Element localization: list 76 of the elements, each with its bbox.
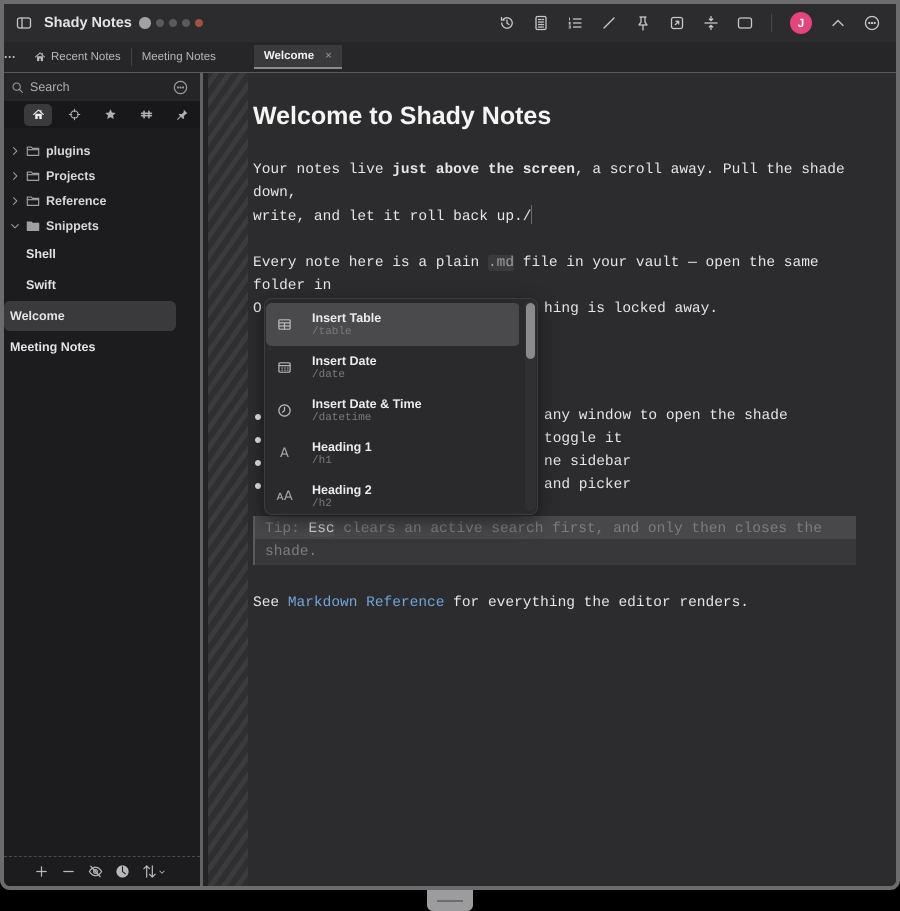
plus-icon[interactable]: [34, 864, 49, 879]
document-title: Welcome to Shady Notes: [253, 101, 552, 131]
folder-label[interactable]: plugins: [46, 144, 90, 158]
bullet-icon: [255, 483, 261, 489]
scrollbar[interactable]: [525, 301, 536, 511]
more-icon[interactable]: [173, 80, 188, 94]
scrollbar-thumb[interactable]: [526, 303, 535, 359]
list-item-text: ne sidebar: [544, 453, 632, 472]
menu-item-title: Heading 2: [312, 483, 372, 497]
resize-handle[interactable]: [427, 890, 473, 911]
star-icon: [104, 108, 116, 121]
menu-item-title: Insert Date: [312, 354, 377, 368]
folder-label[interactable]: Reference: [46, 194, 106, 208]
menu-item-title: Insert Table: [312, 311, 382, 325]
bullet-icon: [255, 460, 261, 466]
table-icon: [277, 317, 292, 332]
open-external-icon[interactable]: [669, 15, 685, 31]
home-icon: [34, 51, 46, 63]
list-item-text: and picker: [544, 476, 632, 495]
folder-icon: [26, 194, 40, 208]
heading-icon: A: [280, 446, 289, 461]
page-indicator[interactable]: [138, 17, 151, 29]
pin-icon: [176, 108, 188, 121]
menu-item[interactable]: Insert Date /date: [266, 346, 519, 389]
body-text: O: [253, 300, 262, 319]
body-text: write, and let it roll back up./: [253, 208, 532, 227]
search-field[interactable]: Search: [4, 73, 200, 101]
bullet-icon: [255, 437, 261, 443]
command-text: /h1: [312, 455, 333, 467]
menu-item-title: Heading 1: [312, 440, 372, 454]
pen-icon[interactable]: [601, 15, 617, 31]
window-icon[interactable]: [737, 15, 753, 31]
body-text: See Markdown Reference for everything the editor renders.: [253, 594, 750, 613]
body-text: hing is locked away.: [544, 300, 718, 319]
tab[interactable]: Recent Notes: [24, 45, 131, 69]
list-item-text: any window to open the shade: [544, 407, 788, 426]
search-icon: [11, 80, 24, 94]
command-text: /datetime: [312, 412, 372, 424]
note-item[interactable]: Welcome: [4, 301, 176, 331]
crosshair-icon: [68, 108, 80, 121]
menu-item-title: Insert Date & Time: [312, 397, 422, 411]
note-item[interactable]: Meeting Notes: [4, 332, 176, 362]
user-avatar[interactable]: J: [790, 12, 812, 34]
tab[interactable]: Meeting Notes: [132, 45, 226, 69]
command-text: /date: [312, 369, 346, 381]
folder-icon: [26, 144, 40, 158]
numbered-list-icon[interactable]: [567, 15, 583, 31]
page-indicator[interactable]: [194, 19, 203, 27]
document-icon[interactable]: [533, 15, 549, 31]
markdown-link[interactable]: Markdown Reference: [288, 595, 444, 611]
folder-label[interactable]: Snippets: [46, 218, 99, 232]
hidden-icon[interactable]: [88, 864, 103, 879]
app-title: Shady Notes: [44, 15, 132, 31]
filter-tab[interactable]: [24, 104, 52, 126]
folder-label[interactable]: Projects: [46, 168, 96, 182]
folder-icon: [26, 218, 40, 232]
more-icon[interactable]: [864, 15, 880, 31]
list-item-text: toggle it: [544, 430, 622, 449]
close-button[interactable]: ×: [325, 50, 332, 62]
collapse-icon[interactable]: [703, 15, 719, 31]
tab[interactable]: Welcome ×: [254, 45, 342, 69]
menu-item[interactable]: ᴀA Heading 2 /h2: [266, 475, 519, 514]
home-icon: [32, 108, 44, 121]
folder-icon: [26, 168, 40, 182]
menu-item[interactable]: Insert Date & Time /datetime: [266, 389, 519, 432]
sort-icon[interactable]: [142, 864, 157, 879]
calendar-icon: [277, 360, 292, 375]
heading-icon: ᴀA: [276, 489, 293, 504]
note-item[interactable]: Swift: [4, 270, 176, 300]
menu-item[interactable]: A Heading 1 /h1: [266, 432, 519, 475]
sidebar-toggle-icon[interactable]: [16, 15, 32, 31]
bullet-icon: [255, 414, 261, 420]
history-icon[interactable]: [499, 15, 515, 31]
command-text: /h2: [312, 498, 333, 510]
note-item[interactable]: Shell: [4, 239, 176, 269]
clock-icon: [277, 403, 292, 418]
